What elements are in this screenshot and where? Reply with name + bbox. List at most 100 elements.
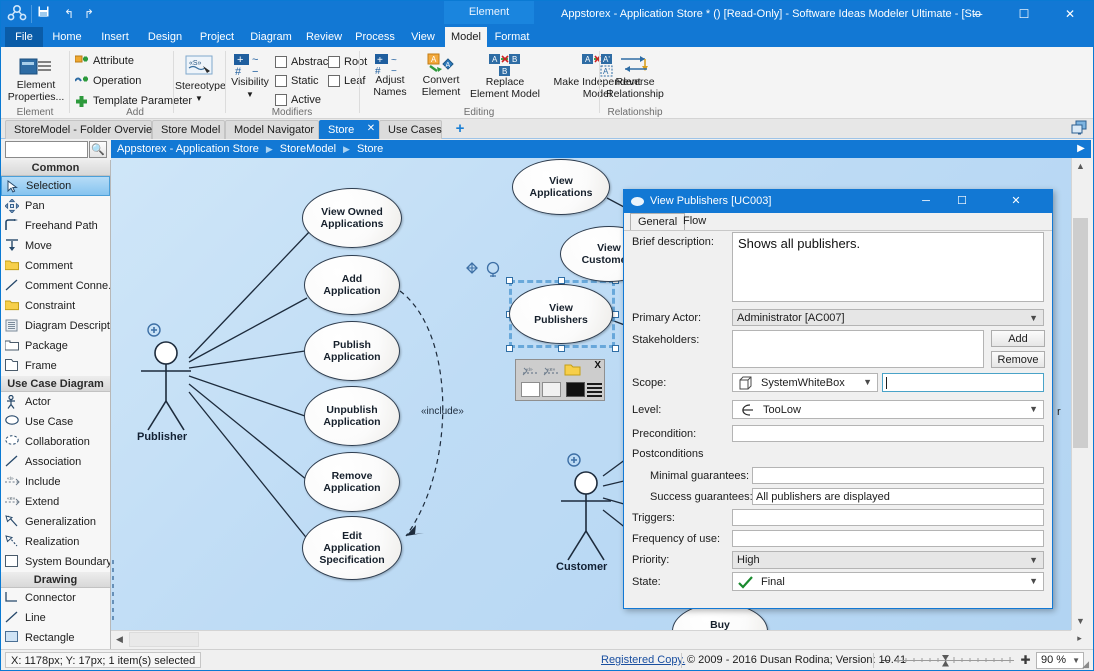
ribbon-tab-view[interactable]: View	[401, 27, 445, 47]
document-tab-storemodel-folder-overview[interactable]: StoreModel - Folder Overview	[5, 120, 152, 139]
document-tab-store-model[interactable]: Store Model	[152, 120, 225, 139]
breadcrumb-item[interactable]: Store	[357, 143, 383, 155]
triggers-input[interactable]	[732, 509, 1044, 526]
toolbox-item-system-boundary[interactable]: System Boundary	[1, 552, 110, 572]
extend-icon[interactable]: «e»	[543, 364, 560, 378]
stereotype-chevron-icon[interactable]: ▼	[175, 93, 223, 105]
remove-stakeholder-button[interactable]: Remove	[991, 351, 1045, 368]
toolbox-item-package[interactable]: Package	[1, 336, 110, 356]
use-case-view-applications[interactable]: View Applications	[512, 159, 610, 215]
precondition-input[interactable]	[732, 425, 1044, 442]
toolbox-item-move[interactable]: Move	[1, 236, 110, 256]
selection-handle[interactable]	[506, 277, 513, 284]
search-icon[interactable]: 🔍	[89, 141, 107, 158]
selection-handle[interactable]	[612, 311, 619, 318]
registered-copy-link[interactable]: Registered Copy.	[601, 654, 685, 666]
dialog-maximize-button[interactable]: ☐	[944, 190, 980, 213]
add-stakeholder-button[interactable]: Add	[991, 330, 1045, 347]
frequency-of-use-input[interactable]	[732, 530, 1044, 547]
stereotype-button[interactable]: «S» Stereotype ▼	[175, 51, 223, 111]
visibility-button[interactable]: + ~ # − Visibility ▼	[227, 51, 273, 111]
ribbon-tab-insert[interactable]: Insert	[91, 27, 139, 47]
window-maximize-button[interactable]: ☐	[1001, 1, 1047, 27]
document-tab-close-icon[interactable]: ✕	[365, 122, 377, 135]
element-mini-toolbar[interactable]: X «i» «e»	[515, 359, 605, 401]
zoom-in-button[interactable]: ✚	[1019, 653, 1032, 668]
toolbox-item-comment[interactable]: Comment	[1, 256, 110, 276]
toolbox-search-input[interactable]	[5, 141, 88, 158]
use-case-unpublish-application[interactable]: Unpublish Application	[304, 386, 400, 446]
toolbox-item-use-case[interactable]: Use Case	[1, 412, 110, 432]
ribbon-tab-review[interactable]: Review	[299, 27, 349, 47]
element-properties-button[interactable]: Element Properties...	[7, 51, 65, 107]
contextual-tab-element[interactable]: Element	[444, 1, 534, 24]
use-case-publish-application[interactable]: Publish Application	[304, 321, 400, 381]
redo-icon[interactable]: ↱	[79, 5, 99, 23]
zoom-out-button[interactable]: ─	[879, 653, 892, 668]
modifier-static-checkbox[interactable]: Static	[275, 73, 319, 90]
use-case-view-publishers[interactable]: View Publishers	[509, 284, 613, 344]
save-icon[interactable]	[37, 5, 57, 23]
toolbox-item-actor[interactable]: Actor	[1, 392, 110, 412]
success-guarantees-input[interactable]: All publishers are displayed	[752, 488, 1044, 505]
brief-description-textarea[interactable]: Shows all publishers.	[732, 232, 1044, 302]
use-case-edit-application-specification[interactable]: Edit Application Specification	[302, 516, 402, 580]
toolbox-item-include[interactable]: «i»Include	[1, 472, 110, 492]
ribbon-tab-format[interactable]: Format	[487, 27, 537, 47]
toolbox-item-realization[interactable]: Realization	[1, 532, 110, 552]
canvas-vertical-scrollbar[interactable]: ▲ ▼	[1071, 158, 1088, 630]
scroll-corner[interactable]: ▸	[1071, 630, 1088, 647]
zoom-level-combo[interactable]: 90 % ▼	[1036, 652, 1084, 669]
ribbon-tab-design[interactable]: Design	[139, 27, 191, 47]
ribbon-tab-model[interactable]: Model	[445, 27, 487, 47]
zoom-slider-thumb[interactable]	[941, 654, 948, 668]
selection-handle[interactable]	[612, 345, 619, 352]
dialog-minimize-button[interactable]: ─	[908, 190, 944, 213]
color-swatch-black[interactable]	[566, 382, 585, 397]
toolbox-item-collaboration[interactable]: Collaboration	[1, 432, 110, 452]
breadcrumb-item[interactable]: Appstorex - Application Store	[117, 143, 259, 155]
selection-handle[interactable]	[558, 345, 565, 352]
dialog-close-button[interactable]: ✕	[998, 190, 1034, 213]
document-tab-use-cases[interactable]: Use Cases	[379, 120, 442, 139]
toolbox-item-freehand-path[interactable]: Freehand Path	[1, 216, 110, 236]
level-combo[interactable]: TooLow ▼	[732, 400, 1044, 419]
horizontal-scroll-thumb[interactable]	[129, 632, 199, 647]
color-swatch-light[interactable]	[542, 382, 561, 397]
relationship-label-include[interactable]: «include»	[421, 406, 464, 417]
scroll-left-arrow-icon[interactable]: ◀	[111, 631, 128, 648]
panel-layout-icon[interactable]	[1071, 120, 1091, 138]
priority-combo[interactable]: High ▼	[732, 551, 1044, 569]
window-minimize-button[interactable]: ─	[955, 1, 1001, 27]
tab-flow[interactable]: Flow	[676, 213, 713, 231]
use-case-view-owned-applications[interactable]: View Owned Applications	[302, 188, 402, 248]
convert-element-button[interactable]: A A Convert Element	[417, 51, 465, 109]
visibility-chevron-icon[interactable]: ▼	[227, 89, 273, 101]
primary-actor-combo[interactable]: Administrator [AC007] ▼	[732, 309, 1044, 326]
toolbox-item-pan[interactable]: Pan	[1, 196, 110, 216]
vertical-scroll-thumb[interactable]	[1073, 218, 1088, 448]
replace-element-model-button[interactable]: A B B Replace Element Model	[467, 51, 543, 109]
ribbon-tab-home[interactable]: Home	[43, 27, 91, 47]
toolbox-item-association[interactable]: Association	[1, 452, 110, 472]
toolbox-item-line[interactable]: Line	[1, 608, 110, 628]
line-style-icon[interactable]	[587, 382, 602, 397]
add-document-tab-button[interactable]: +	[451, 121, 469, 137]
toolbox-item-generalization[interactable]: Generalization	[1, 512, 110, 532]
adjust-names-button[interactable]: + ~ # − Adjust Names	[365, 51, 415, 109]
modifier-abstract-checkbox[interactable]: Abstract	[275, 54, 331, 71]
toolbox-item-connector[interactable]: Connector	[1, 588, 110, 608]
scope-combo[interactable]: SystemWhiteBox ▼	[732, 373, 878, 392]
mini-toolbar-close-icon[interactable]: X	[594, 360, 601, 371]
toolbox-item-rectangle[interactable]: Rectangle	[1, 628, 110, 648]
ribbon-tab-diagram[interactable]: Diagram	[243, 27, 299, 47]
ribbon-tab-project[interactable]: Project	[191, 27, 243, 47]
color-swatch-white[interactable]	[521, 382, 540, 397]
stakeholders-list[interactable]	[732, 330, 984, 368]
breadcrumb-item[interactable]: StoreModel	[280, 143, 336, 155]
breadcrumb-expand-icon[interactable]: ▶	[1071, 140, 1091, 158]
toolbox-item-diagram-descript[interactable]: Diagram Descript..	[1, 316, 110, 336]
selection-handle[interactable]	[558, 277, 565, 284]
ribbon-tab-file[interactable]: File	[5, 27, 43, 47]
use-case-remove-application[interactable]: Remove Application	[304, 452, 400, 512]
